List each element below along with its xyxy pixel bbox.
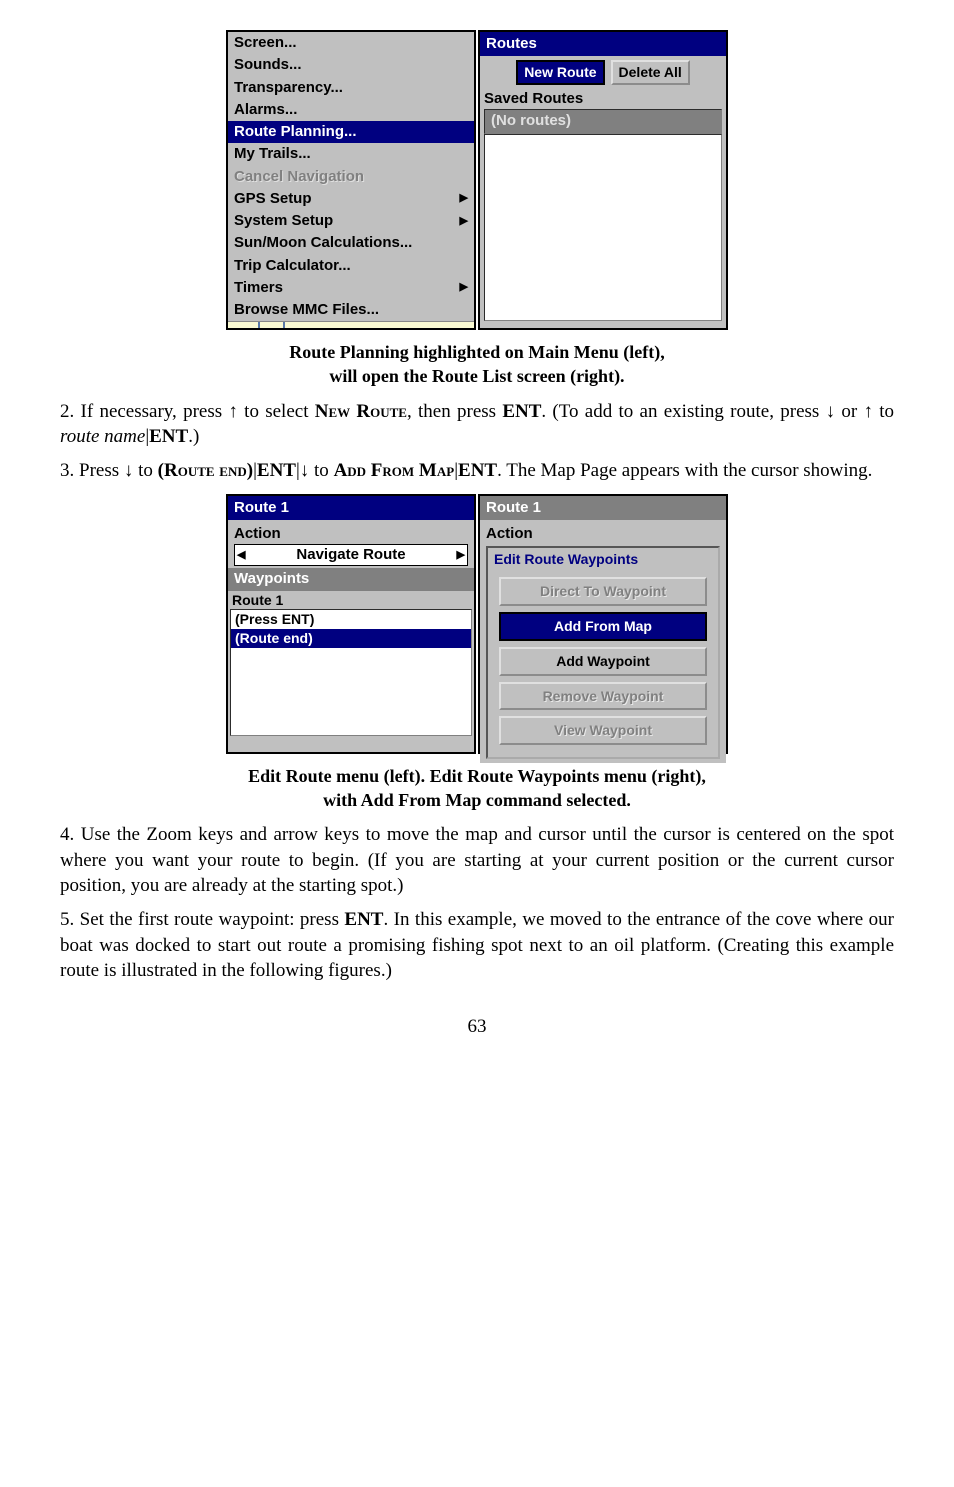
- action-label: Action: [234, 524, 468, 544]
- saved-routes-label: Saved Routes: [484, 89, 722, 109]
- delete-all-button[interactable]: Delete All: [611, 60, 690, 85]
- edit-route-screen: Route 1 Action ◀ Navigate Route ▶ Waypoi…: [226, 494, 476, 754]
- route1-title: Route 1: [228, 496, 474, 520]
- routes-title: Routes: [480, 32, 726, 56]
- add-waypoint-button[interactable]: Add Waypoint: [499, 647, 706, 676]
- map-scale-label: 40mi: [230, 321, 254, 327]
- combo-left-arrow: ◀: [237, 548, 245, 563]
- menu-item[interactable]: Screen...: [228, 32, 474, 54]
- route1-title-2: Route 1: [480, 496, 726, 520]
- no-routes-text: (No routes): [484, 109, 722, 133]
- menu-item[interactable]: Sounds...: [228, 54, 474, 76]
- menu-item[interactable]: Timers▶: [228, 277, 474, 299]
- main-menu-list: Screen...Sounds...Transparency...Alarms.…: [228, 32, 474, 321]
- submenu-arrow-icon: ▶: [460, 214, 468, 229]
- combo-right-arrow: ▶: [457, 548, 465, 563]
- route-end-row[interactable]: (Route end): [231, 629, 471, 648]
- page-number: 63: [60, 1014, 894, 1040]
- menu-item[interactable]: My Trails...: [228, 143, 474, 165]
- navigate-route-combo[interactable]: ◀ Navigate Route ▶: [234, 544, 468, 566]
- new-route-button[interactable]: New Route: [516, 60, 604, 85]
- routes-screen: Routes New Route Delete All Saved Routes…: [478, 30, 728, 330]
- figure-1-caption: Route Planning highlighted on Main Menu …: [60, 340, 894, 389]
- route-sublabel: Route 1: [228, 591, 474, 610]
- waypoints-header: Waypoints: [228, 568, 474, 590]
- step-4-paragraph: 4. Use the Zoom keys and arrow keys to m…: [60, 822, 894, 899]
- edit-route-waypoints-screen: Route 1 Action Edit Route Waypoints Dire…: [478, 494, 728, 754]
- remove-waypoint-button: Remove Waypoint: [499, 682, 706, 711]
- combo-value: Navigate Route: [296, 545, 405, 565]
- press-ent-row[interactable]: (Press ENT): [231, 610, 471, 629]
- menu-item[interactable]: GPS Setup▶: [228, 188, 474, 210]
- menu-item[interactable]: Browse MMC Files...: [228, 299, 474, 321]
- action-label-2: Action: [486, 524, 720, 544]
- routes-list-area: [484, 134, 722, 321]
- submenu-arrow-icon: ▶: [460, 191, 468, 206]
- menu-item[interactable]: System Setup▶: [228, 210, 474, 232]
- step-2-paragraph: 2. If necessary, press ↑ to select New R…: [60, 399, 894, 450]
- edit-route-waypoints-title: Edit Route Waypoints: [490, 550, 716, 571]
- menu-item[interactable]: Trip Calculator...: [228, 255, 474, 277]
- menu-item: Cancel Navigation: [228, 166, 474, 188]
- add-from-map-button[interactable]: Add From Map: [499, 612, 706, 641]
- menu-item[interactable]: Alarms...: [228, 99, 474, 121]
- direct-to-waypoint-button: Direct To Waypoint: [499, 577, 706, 606]
- view-waypoint-button: View Waypoint: [499, 716, 706, 745]
- step-3-paragraph: 3. Press ↓ to (Route end)|ENT|↓ to Add F…: [60, 458, 894, 484]
- figure-2-caption: Edit Route menu (left). Edit Route Waypo…: [60, 764, 894, 813]
- menu-item[interactable]: Transparency...: [228, 77, 474, 99]
- map-preview: 40mi: [228, 321, 474, 328]
- main-menu-screen: Screen...Sounds...Transparency...Alarms.…: [226, 30, 476, 330]
- figure-row-1: Screen...Sounds...Transparency...Alarms.…: [60, 30, 894, 330]
- submenu-arrow-icon: ▶: [460, 280, 468, 295]
- menu-item[interactable]: Sun/Moon Calculations...: [228, 232, 474, 254]
- menu-item[interactable]: Route Planning...: [228, 121, 474, 143]
- edit-waypoints-group: Edit Route Waypoints Direct To Waypoint …: [486, 546, 720, 759]
- step-5-paragraph: 5. Set the first route waypoint: press E…: [60, 907, 894, 984]
- figure-row-2: Route 1 Action ◀ Navigate Route ▶ Waypoi…: [60, 494, 894, 754]
